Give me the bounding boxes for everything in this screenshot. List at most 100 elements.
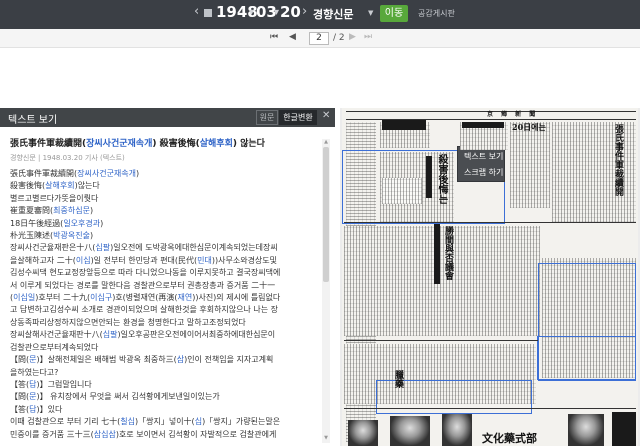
hangul-reading: 삼십삼 [93, 429, 116, 439]
article-body-line: 을살해하고자 二十(이십)일 전부터 한민당과 편대(民代(민대))사무소와경상… [10, 255, 320, 267]
month-dropdown-icon[interactable]: ▾ [274, 7, 279, 18]
headline-text: 20日에는 [512, 122, 546, 132]
body-text-segment: 장씨살해사건군율재판十八( [10, 330, 103, 340]
hangul-reading: 최중하심문 [53, 206, 90, 216]
body-text-segment: )일 전부터 한민당과 편대(民代( [90, 255, 198, 265]
body-text-segment: 朴光玉陳述( [10, 231, 54, 241]
year-dropdown-icon[interactable]: ▾ [249, 7, 254, 18]
newspaper-viewer[interactable]: 京 鄕 新 聞 殺害後悔는 텍스트 보기 스크랩 하기 20日에는 張氏事件軍裁… [340, 108, 640, 446]
article-body-line: 이때 검찰관으로 부터 기리 七十(칠십)「쌍지」넣이十(십)「쌍지」가량된는말… [10, 416, 320, 428]
section-rule [344, 222, 636, 223]
body-text-segment: 을살해하고자 二十( [10, 255, 76, 265]
article-body-line: 殺害後悔(살해후회)않는다 [10, 180, 320, 192]
body-text-segment: )일오전에 도박광옥에대한심문이계속되었는데장씨 [110, 243, 278, 253]
body-text-segment: 【問( [10, 355, 30, 365]
body-text-segment: 검찰관으로부터계속되었다 [10, 342, 99, 352]
article-body-line: 朴光玉陳述(박광옥진술) [10, 230, 320, 242]
body-text-segment: 이때 검찰관으로 부터 기리 七十( [10, 417, 121, 427]
hangul-reading: 재연 [177, 293, 193, 303]
body-text-segment: )호부터 二十九( [35, 293, 91, 303]
body-text-segment: )일오후공판은오전에이어서최중하에대한심문이 [117, 330, 276, 340]
body-text-segment: 【答( [10, 404, 30, 414]
body-text-segment: ))사무소와경상도및 [211, 255, 278, 265]
prev-chevron-icon[interactable]: ‹ [194, 4, 199, 19]
newspaper-page: 京 鄕 新 聞 殺害後悔는 텍스트 보기 스크랩 하기 20日에는 張氏事件軍裁… [342, 108, 638, 446]
prev-page-icon[interactable]: ◀ [289, 32, 296, 42]
next-chevron-icon[interactable]: › [302, 4, 307, 19]
article-body-line: 崔重夏審問(최중하심문) [10, 205, 320, 217]
article-body-line: 고 답변하고김성수씨 소개로 경관이되었으며 살해한것을 후회하지않으나 나는 … [10, 304, 320, 316]
newspaper-select[interactable]: 경향신문 [313, 6, 353, 22]
article-title: 張氏事件軍裁續開(장씨사건군재속개) 殺害後悔(살해후회) 않는다 [10, 136, 320, 149]
calendar-icon[interactable] [204, 9, 212, 17]
body-text-segment: 서 이루게 되었다는 경로를 말한다음 경찰관으로부터 권총장총과 증거품 二十… [10, 280, 276, 290]
body-text-segment: )「쌍지」넣이十( [135, 417, 195, 427]
body-text-segment: 張氏事件軍裁續開( [10, 169, 78, 178]
text-block [510, 122, 550, 208]
scroll-down-icon[interactable]: ▼ [322, 435, 330, 441]
body-text-segment: ) [100, 218, 104, 228]
scrollbar-thumb[interactable] [323, 147, 329, 282]
body-text-segment: ))사진)의 제시에 틀림없다 [192, 293, 281, 303]
headline-banner [382, 120, 426, 130]
ad-text: 文化藥式部 [482, 432, 537, 445]
first-page-icon[interactable]: ⏮ [270, 32, 278, 42]
body-text-segment: )】살해전체일은 배해범 박광옥 최중하三( [36, 355, 177, 365]
last-page-icon[interactable]: ⏭ [364, 32, 372, 42]
hangul-reading: 민대 [197, 255, 212, 265]
top-navigation-bar: ‹ 1948 ▾ 03 ▾ 20 › 경향신문 ▼ 이동 공감게시판 [0, 0, 640, 29]
body-text-segment: 김성수씨댁 현도교정장앞등으로 따라 다니었으나동을 이루지못하고 결국장씨댁에 [10, 268, 281, 278]
go-button[interactable]: 이동 [380, 5, 408, 22]
hangul-reading: 이십일 [13, 293, 36, 303]
headline-vertical: 勝間與否議會 [443, 226, 453, 280]
body-text-segment: 【問( [10, 392, 30, 402]
article-body-line: 장씨살해사건군율재판十八(십팔)일오후공판은오전에이어서최중하에대한심문이 [10, 329, 320, 341]
body-text-segment: ) [136, 169, 140, 178]
close-icon[interactable]: ✕ [322, 110, 330, 121]
body-text-segment: )않는다 [74, 181, 100, 191]
article-body-line: 별르고별르다가뜻을이뤗다 [10, 193, 320, 205]
day-value[interactable]: 20 [280, 3, 301, 21]
hangul-reading: 이십구 [90, 293, 113, 303]
original-toggle[interactable]: 원문 [256, 110, 278, 125]
body-text-segment: )】 유치장에서 무엇을 써서 김석황에게보낸일이있는가 [36, 392, 220, 402]
body-text-segment: 을하였는다고? [10, 367, 59, 377]
notice-board-link[interactable]: 공감게시판 [418, 8, 455, 19]
article-body-line: 검찰관으로부터계속되었다 [10, 342, 320, 354]
text-panel-header: 텍스트 보기 원문 한글변환 ✕ [0, 108, 335, 127]
body-text-segment: 상동족파리상정하지않으면안되는 환경을 청명한다고 말하고조정되었다 [10, 317, 246, 327]
article-body-line: 상동족파리상정하지않으면안되는 환경을 청명한다고 말하고조정되었다 [10, 317, 320, 329]
article-body-line: 을하였는다고? [10, 367, 320, 379]
ad-photo [442, 414, 472, 446]
body-text-segment: )】그럼말입니다 [36, 379, 92, 389]
body-text-segment: )「쌍지」가량된는말은 [202, 417, 281, 427]
article-body-line: (이십일)호부터 二十九(이십구)호(병렬재연(再演(재연))사진)의 제시에 … [10, 292, 320, 304]
body-text-segment: 고 답변하고김성수씨 소개로 경관이되었으며 살해한것을 후회하지않으나 나는 … [10, 305, 279, 315]
ad-photo [390, 416, 430, 446]
context-menu: 텍스트 보기 스크랩 하기 [457, 146, 505, 182]
text-panel-body: 張氏事件軍裁續開(장씨사건군재속개) 殺害後悔(살해후회) 않는다 경향신문 |… [0, 127, 335, 446]
context-menu-scrap[interactable]: 스크랩 하기 [464, 167, 503, 178]
article-body-line: 민중이를 증거품 三十三(삼십삼)호로 보이면서 김석황이 자발적으로 검찰관에… [10, 429, 320, 441]
hangul-reading: 일오후경과 [63, 218, 101, 228]
hangul-reading: 박광옥진술 [53, 231, 90, 241]
article-title-part: ) 않는다 [232, 139, 265, 149]
article-body-line: 【問(문)】살해전체일은 배해범 박광옥 최중하三(삼)인이 전책임을 지자고계… [10, 354, 320, 366]
ad-text: 臘藥 [393, 370, 403, 388]
page-input[interactable]: 2 [309, 32, 329, 45]
hangul-toggle[interactable]: 한글변환 [279, 110, 317, 125]
hangul-reading: 십팔 [102, 330, 118, 340]
scroll-up-icon[interactable]: ▲ [322, 139, 330, 145]
context-menu-view-text[interactable]: 텍스트 보기 [464, 151, 503, 162]
next-page-icon[interactable]: ▶ [349, 32, 356, 42]
chevron-down-icon[interactable]: ▼ [368, 9, 373, 17]
body-text-segment: 18日午後經過( [10, 218, 64, 228]
article-body-line: 서 이루게 되었다는 경로를 말한다음 경찰관으로부터 권총장총과 증거품 二十… [10, 280, 320, 292]
headline-bar [434, 224, 440, 284]
text-block [380, 134, 430, 148]
hangul-reading: 장씨사건군재속개 [77, 169, 137, 178]
body-text-segment: 장씨사건군율재판은十八( [10, 243, 96, 253]
ad-photo [568, 414, 604, 446]
body-text-segment: 殺害後悔( [10, 181, 46, 191]
article-outline[interactable] [537, 336, 636, 380]
